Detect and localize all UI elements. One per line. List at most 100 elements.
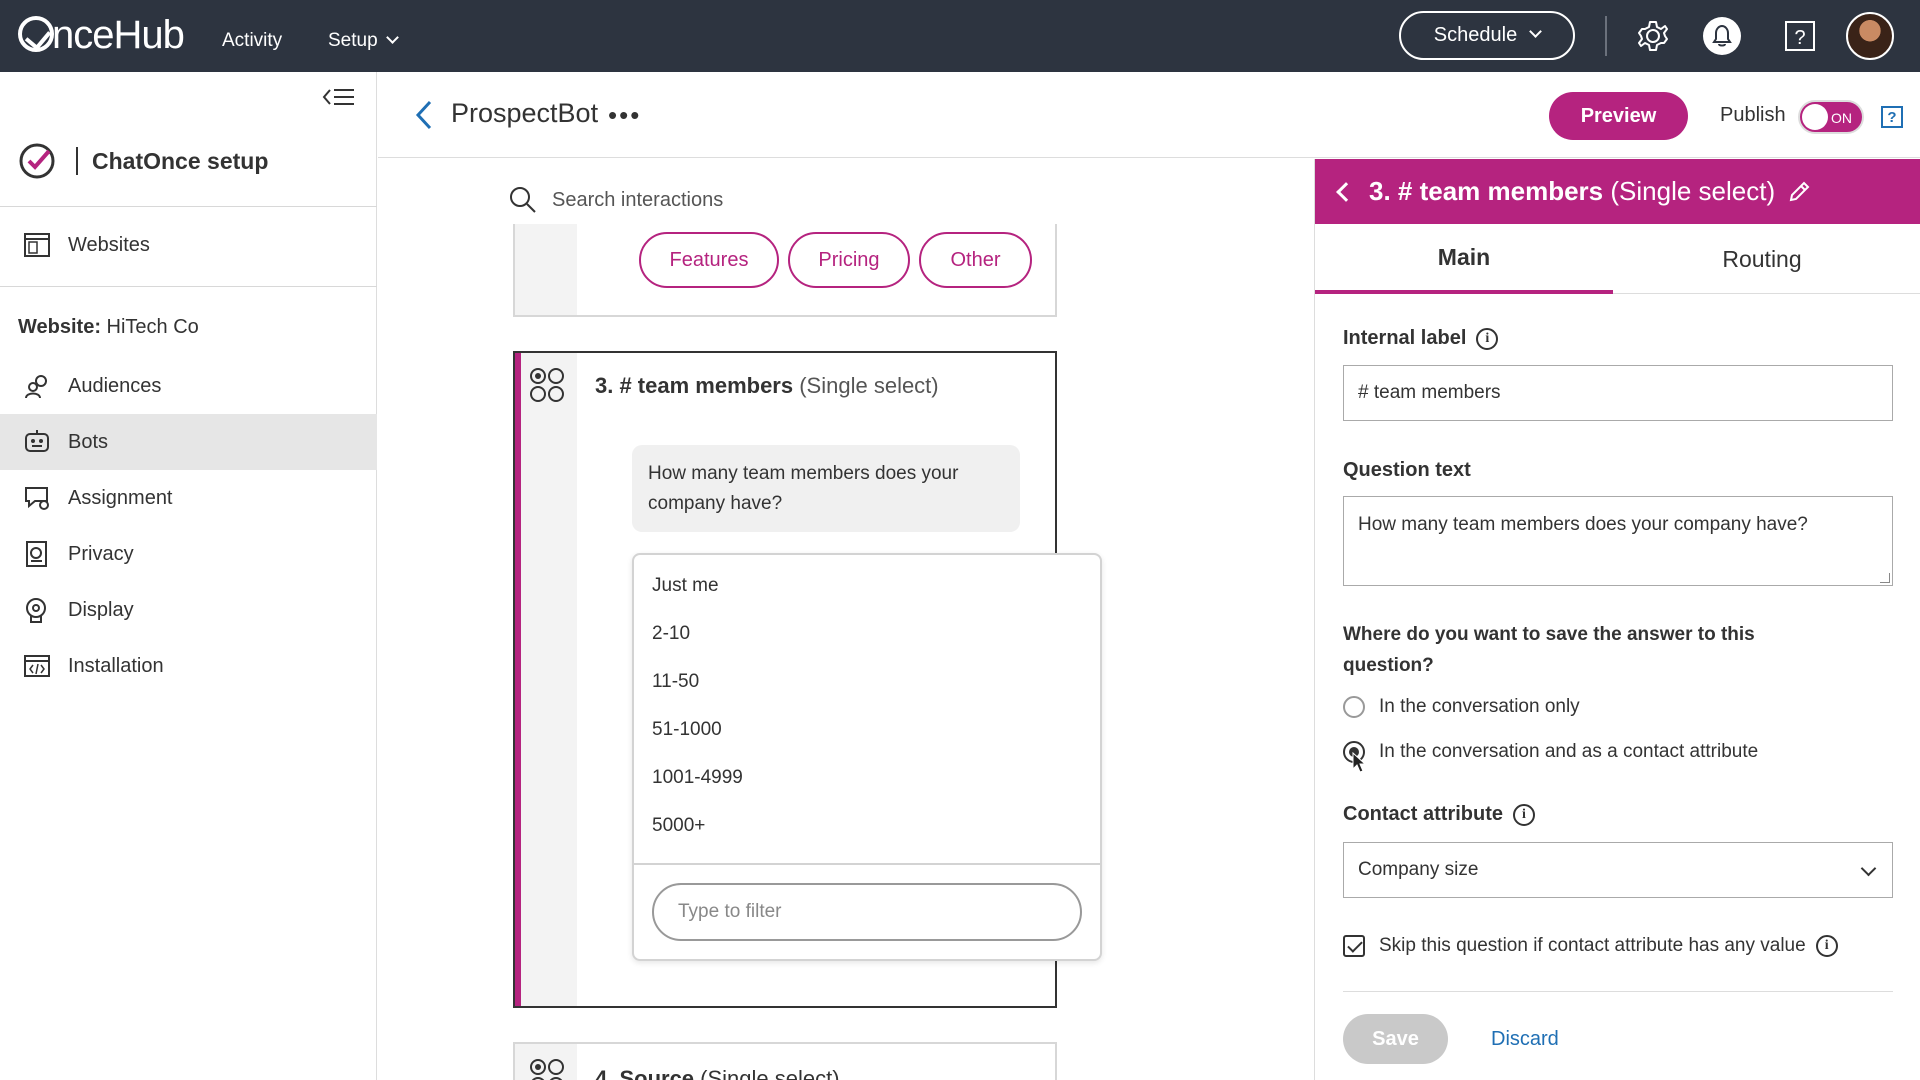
display-icon xyxy=(22,595,52,625)
card-title: 3. # team members (Single select) xyxy=(595,373,939,399)
panel-title-type: (Single select) xyxy=(1610,176,1776,206)
list-item[interactable]: Just me xyxy=(652,575,719,597)
chevron-down-icon xyxy=(1529,25,1543,38)
option-pill-other[interactable]: Other xyxy=(919,232,1032,288)
sidebar-item-label: Display xyxy=(68,598,134,621)
bell-icon[interactable] xyxy=(1702,16,1742,56)
radio-contact-attribute[interactable]: In the conversation and as a contact att… xyxy=(1343,741,1758,763)
sidebar-item-label: Bots xyxy=(68,430,109,453)
bot-canvas: Search interactions Features Pricing Oth… xyxy=(378,159,1314,1080)
option-pill-features[interactable]: Features xyxy=(639,232,779,288)
top-navigation-bar: nceHub Activity Setup Schedule ? xyxy=(0,0,1920,72)
internal-label-heading: Internal label i xyxy=(1343,327,1499,350)
info-icon[interactable]: i xyxy=(1815,935,1838,957)
sidebar-item-bots[interactable]: Bots xyxy=(0,414,377,470)
gear-icon[interactable] xyxy=(1633,16,1673,56)
card-title-type: (Single select) xyxy=(799,373,939,398)
panel-title: 3. # team members (Single select) xyxy=(1369,176,1775,207)
panel-header: 3. # team members (Single select) xyxy=(1315,159,1920,224)
checkbox-checked[interactable] xyxy=(1343,935,1365,957)
divider xyxy=(1343,991,1893,992)
sidebar-item-label: Installation xyxy=(68,654,164,677)
save-button[interactable]: Save xyxy=(1343,1014,1448,1064)
publish-help-icon[interactable]: ? xyxy=(1881,106,1903,128)
preview-button[interactable]: Preview xyxy=(1549,92,1688,140)
select-value: Company size xyxy=(1358,859,1479,880)
avatar[interactable] xyxy=(1846,12,1894,60)
card-title-type: (Single select) xyxy=(700,1066,840,1080)
info-icon[interactable]: i xyxy=(1476,327,1499,350)
left-sidebar: ChatOnce setup Websites Website: HiTech … xyxy=(0,72,377,1080)
edit-pencil-icon[interactable] xyxy=(1787,180,1811,204)
sidebar-item-label: Privacy xyxy=(68,542,134,565)
publish-toggle[interactable]: ON xyxy=(1798,100,1864,134)
list-item[interactable]: 51-1000 xyxy=(652,719,722,741)
sidebar-item-websites[interactable]: Websites xyxy=(0,217,377,273)
card-title: 4. Source (Single select) xyxy=(595,1066,840,1080)
single-select-icon xyxy=(530,368,564,402)
back-chevron-icon[interactable] xyxy=(1336,181,1356,202)
sidebar-item-privacy[interactable]: Privacy xyxy=(0,526,377,582)
radio-conversation-only[interactable]: In the conversation only xyxy=(1343,696,1580,718)
list-item[interactable]: 5000+ xyxy=(652,815,705,837)
card-title-main: 3. # team members xyxy=(595,373,794,398)
contact-attribute-heading: Contact attribute i xyxy=(1343,803,1535,826)
info-icon[interactable]: i xyxy=(1513,803,1535,826)
filter-input[interactable] xyxy=(652,883,1082,941)
nav-setup[interactable]: Setup xyxy=(328,30,399,52)
interaction-card-selected[interactable]: 3. # team members (Single select) How ma… xyxy=(513,351,1102,1008)
tab-routing[interactable]: Routing xyxy=(1613,224,1911,294)
save-answer-question: Where do you want to save the answer to … xyxy=(1343,624,1755,676)
audiences-icon xyxy=(22,371,52,401)
skip-question-checkbox[interactable]: Skip this question if contact attribute … xyxy=(1343,935,1838,957)
schedule-button[interactable]: Schedule xyxy=(1399,11,1575,60)
sidebar-item-installation[interactable]: Installation xyxy=(0,638,377,694)
card-gutter xyxy=(521,353,577,1006)
list-item[interactable]: 2-10 xyxy=(652,623,690,645)
oncehub-logo[interactable]: nceHub xyxy=(18,12,185,58)
divider xyxy=(0,286,377,287)
option-pill-pricing[interactable]: Pricing xyxy=(788,232,910,288)
contact-attribute-select[interactable]: Company size xyxy=(1343,842,1893,898)
collapse-sidebar-icon[interactable] xyxy=(322,86,356,108)
back-arrow-icon[interactable] xyxy=(412,98,436,132)
tab-main[interactable]: Main xyxy=(1315,224,1613,294)
panel-tabs: Main Routing xyxy=(1315,224,1920,294)
sidebar-item-audiences[interactable]: Audiences xyxy=(0,358,377,414)
website-prefix: Website: xyxy=(18,316,101,338)
options-list: Just me 2-10 11-50 51-1000 1001-4999 500… xyxy=(632,553,1102,961)
search-interactions[interactable]: Search interactions xyxy=(508,185,723,215)
internal-label-input[interactable]: # team members xyxy=(1343,365,1893,421)
bot-title: ProspectBot xyxy=(451,98,599,128)
interaction-card-previous[interactable]: Features Pricing Other xyxy=(513,224,1057,317)
discard-link[interactable]: Discard xyxy=(1491,1028,1559,1051)
radio-button[interactable] xyxy=(1343,696,1365,718)
resize-handle[interactable] xyxy=(1880,573,1890,583)
more-options-icon[interactable]: ••• xyxy=(608,100,641,131)
checkbox-label: Skip this question if contact attribute … xyxy=(1379,935,1806,956)
sidebar-item-assignment[interactable]: Assignment xyxy=(0,470,377,526)
nav-setup-label: Setup xyxy=(328,30,378,51)
privacy-icon xyxy=(22,539,52,569)
interaction-card-next[interactable]: 4. Source (Single select) xyxy=(513,1042,1057,1080)
chatonce-header: ChatOnce setup xyxy=(18,142,268,180)
website-name: HiTech Co xyxy=(106,316,199,338)
nav-activity[interactable]: Activity xyxy=(222,30,282,52)
logo-check-icon xyxy=(18,16,54,52)
single-select-icon xyxy=(530,1059,564,1080)
schedule-label: Schedule xyxy=(1433,24,1518,46)
list-item[interactable]: 11-50 xyxy=(652,671,699,693)
search-placeholder: Search interactions xyxy=(552,188,724,211)
mouse-cursor-icon xyxy=(1352,752,1366,773)
divider xyxy=(1605,16,1607,56)
divider xyxy=(76,147,78,175)
help-icon[interactable]: ? xyxy=(1780,16,1820,56)
sidebar-item-label: Audiences xyxy=(68,374,162,397)
toggle-state: ON xyxy=(1831,110,1852,126)
sidebar-item-display[interactable]: Display xyxy=(0,582,377,638)
field-label-text: Internal label xyxy=(1343,327,1467,349)
installation-icon xyxy=(22,651,52,681)
question-text-input[interactable]: How many team members does your company … xyxy=(1343,496,1893,586)
list-item[interactable]: 1001-4999 xyxy=(652,767,743,789)
publish-label: Publish xyxy=(1720,104,1786,126)
